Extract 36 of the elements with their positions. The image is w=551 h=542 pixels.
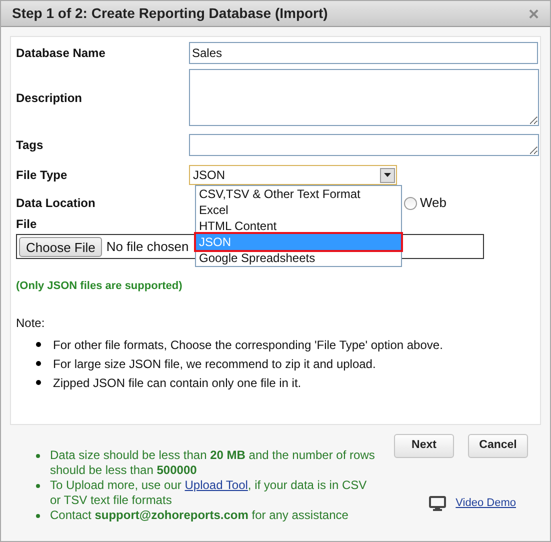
bullet-icon — [36, 514, 40, 518]
dropdown-select[interactable]: JSON — [189, 165, 397, 185]
field-label: Database Name — [15, 45, 106, 62]
radio-label: Web — [420, 194, 446, 212]
note-heading: Note: — [15, 314, 46, 332]
dialog-button[interactable]: Next — [394, 434, 454, 458]
bullet-icon — [36, 484, 40, 488]
text-area[interactable] — [189, 134, 539, 156]
field-label: File — [16, 217, 37, 231]
field-label: Data Location — [15, 195, 96, 212]
radio-button[interactable] — [404, 196, 417, 210]
text-field[interactable]: Sales — [189, 42, 538, 64]
note-item: Zipped JSON file can contain only one file in it. — [53, 374, 302, 392]
monitor-icon — [428, 496, 446, 511]
window-title: Step 1 of 2: Create Reporting Database (Import) — [12, 4, 328, 23]
field-label: Tags — [15, 137, 44, 154]
bullet-icon — [36, 454, 40, 458]
text-area[interactable] — [189, 69, 539, 126]
dropdown-option[interactable]: Excel — [196, 202, 401, 218]
dropdown-option[interactable]: CSV,TSV & Other Text Format — [196, 186, 401, 202]
support-note: (Only JSON files are supported) — [15, 279, 184, 294]
choose-file-button[interactable]: Choose File — [19, 236, 102, 256]
file-status: No file chosen — [106, 238, 189, 256]
footer-note: Data size should be less than 20 MB and the number of rows should be less than 500000 — [50, 448, 376, 478]
note-item: For large size JSON file, we recommend to zip it and upload. — [53, 356, 376, 372]
footer-note: Contact support@zohoreports.com for any assistance — [50, 508, 348, 523]
bullet-icon — [36, 342, 41, 347]
field-label: Description — [15, 90, 84, 106]
field-label: File Type — [15, 167, 68, 184]
bullet-icon — [36, 361, 41, 366]
dropdown-option[interactable]: HTML Content — [196, 218, 401, 234]
upload-tool-link[interactable]: Upload Tool — [184, 478, 248, 492]
dialog-button[interactable]: Cancel — [468, 434, 528, 458]
video-demo-link[interactable]: Video Demo — [456, 495, 516, 512]
note-item: For other file formats, Choose the corresponding 'File Type' option above. — [53, 336, 443, 354]
bullet-icon — [36, 380, 41, 385]
